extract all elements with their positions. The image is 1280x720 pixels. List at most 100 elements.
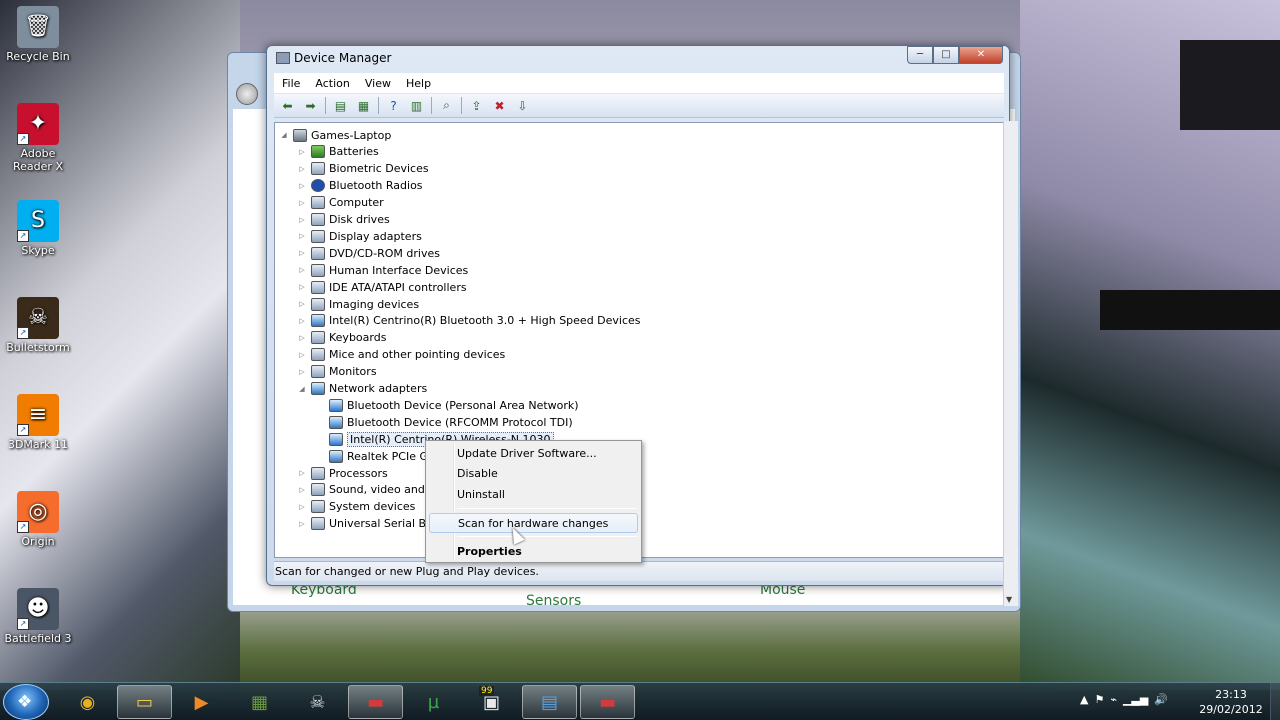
tree-node-batteries[interactable]: ▷ Batteries bbox=[297, 144, 379, 160]
forward-icon: ➡ bbox=[305, 98, 316, 113]
tree-node-ide-ata-atapi-controllers[interactable]: ▷ IDE ATA/ATAPI controllers bbox=[297, 279, 467, 295]
taskbar-badge-99: 99 bbox=[479, 686, 495, 696]
collapse-arrow-icon[interactable]: ◢ bbox=[297, 385, 307, 393]
start-button[interactable] bbox=[3, 684, 49, 720]
tree-node-biometric-devices[interactable]: ▷ Biometric Devices bbox=[297, 161, 429, 177]
expand-arrow-icon[interactable]: ▷ bbox=[297, 351, 307, 359]
maximize-button[interactable]: □ bbox=[933, 46, 959, 64]
context-menu-properties[interactable]: Properties bbox=[429, 541, 638, 561]
expand-arrow-icon[interactable]: ▷ bbox=[297, 469, 307, 477]
expand-arrow-icon[interactable]: ▷ bbox=[297, 300, 307, 308]
back-button[interactable]: ⬅ bbox=[278, 97, 297, 114]
help-icon: ? bbox=[390, 98, 397, 113]
menu-view[interactable]: View bbox=[365, 77, 391, 90]
bulletstorm-taskbar-button[interactable]: ☠ bbox=[290, 685, 345, 719]
tree-node-games-laptop[interactable]: ◢ Games-Laptop bbox=[279, 127, 391, 143]
media-player-taskbar-button[interactable]: ▶ bbox=[174, 685, 229, 719]
tree-node-network-adapters[interactable]: ◢ Network adapters bbox=[297, 381, 427, 397]
expand-arrow-icon[interactable]: ▷ bbox=[297, 283, 307, 291]
tree-node-dvd-cd-rom-drives[interactable]: ▷ DVD/CD-ROM drives bbox=[297, 245, 440, 261]
tree-node-disk-drives[interactable]: ▷ Disk drives bbox=[297, 212, 390, 228]
expand-arrow-icon[interactable]: ▷ bbox=[297, 249, 307, 257]
clock[interactable]: 23:13 29/02/2012 bbox=[1196, 687, 1266, 717]
expand-arrow-icon[interactable]: ▷ bbox=[297, 368, 307, 376]
action-center-flag-icon[interactable]: ⚑ bbox=[1094, 693, 1104, 706]
context-menu-update-driver-software[interactable]: Update Driver Software... bbox=[429, 443, 638, 463]
uninstall-button[interactable]: ✖ bbox=[490, 97, 509, 114]
volume-icon[interactable]: 🔊 bbox=[1154, 693, 1168, 706]
desktop-icon-bulletstorm[interactable]: ☠ ↗ Bulletstorm bbox=[2, 297, 74, 354]
chrome-taskbar-button[interactable]: ◉ bbox=[60, 685, 115, 719]
expand-arrow-icon[interactable]: ▷ bbox=[297, 182, 307, 190]
show-desktop-button[interactable] bbox=[1270, 683, 1280, 720]
tree-node-keyboards[interactable]: ▷ Keyboards bbox=[297, 330, 386, 346]
tree-node-display-adapters[interactable]: ▷ Display adapters bbox=[297, 228, 422, 244]
minimize-button[interactable]: ─ bbox=[907, 46, 933, 64]
control-panel-taskbar-button[interactable]: ▤ bbox=[522, 685, 577, 719]
desktop-icon-origin[interactable]: ◎ ↗ Origin bbox=[2, 491, 74, 548]
tree-node-bluetooth-device-rfcomm-protocol-tdi[interactable]: Bluetooth Device (RFCOMM Protocol TDI) bbox=[315, 414, 573, 430]
scan-hardware-icon: ⌕ bbox=[443, 98, 450, 112]
context-menu-separator bbox=[457, 536, 637, 537]
tree-node-monitors[interactable]: ▷ Monitors bbox=[297, 364, 377, 380]
vertical-scrollbar[interactable]: ▼ bbox=[1003, 121, 1018, 606]
tree-node-processors[interactable]: ▷ Processors bbox=[297, 465, 388, 481]
shortcut-arrow-icon: ↗ bbox=[17, 521, 29, 533]
explorer-taskbar-button[interactable]: ▭ bbox=[117, 685, 172, 719]
sensors-label[interactable]: Sensors bbox=[526, 593, 581, 609]
device-manager-taskbar-button[interactable]: ▬ bbox=[580, 685, 635, 719]
tree-node-computer[interactable]: ▷ Computer bbox=[297, 195, 384, 211]
context-menu-scan-for-hardware-changes[interactable]: Scan for hardware changes bbox=[429, 513, 638, 533]
title-bar[interactable]: Device Manager ─ □ ✕ bbox=[267, 46, 1009, 70]
show-hidden-icons-icon[interactable]: ▲ bbox=[1080, 693, 1088, 706]
help-button[interactable]: ? bbox=[384, 97, 403, 114]
expand-arrow-icon[interactable]: ▷ bbox=[297, 520, 307, 528]
desktop-icon-skype[interactable]: S ↗ Skype bbox=[2, 200, 74, 257]
expand-arrow-icon[interactable]: ▷ bbox=[297, 148, 307, 156]
tree-node-system-devices[interactable]: ▷ System devices bbox=[297, 499, 415, 515]
expand-arrow-icon[interactable]: ▷ bbox=[297, 334, 307, 342]
toolbox-taskbar-button[interactable]: ▬ bbox=[348, 685, 403, 719]
back-nav-icon[interactable] bbox=[236, 83, 258, 105]
desktop-icon-adobe-reader-x[interactable]: ✦ ↗ Adobe Reader X bbox=[2, 103, 74, 173]
tree-node-imaging-devices[interactable]: ▷ Imaging devices bbox=[297, 296, 419, 312]
close-button[interactable]: ✕ bbox=[959, 46, 1003, 64]
tree-node-label: DVD/CD-ROM drives bbox=[329, 246, 440, 260]
expand-arrow-icon[interactable]: ▷ bbox=[297, 199, 307, 207]
properties-button[interactable]: ▦ bbox=[354, 97, 373, 114]
menu-file[interactable]: File bbox=[282, 77, 300, 90]
show-hide-action-pane-button[interactable]: ▥ bbox=[407, 97, 426, 114]
tree-node-bluetooth-device-personal-area-network[interactable]: Bluetooth Device (Personal Area Network) bbox=[315, 397, 579, 413]
forward-button[interactable]: ➡ bbox=[301, 97, 320, 114]
tree-node-intel-r-centrino-r-bluetooth-3-0-high-speed-devices[interactable]: ▷ Intel(R) Centrino(R) Bluetooth 3.0 + Hi… bbox=[297, 313, 641, 329]
menu-action[interactable]: Action bbox=[315, 77, 349, 90]
context-menu-uninstall[interactable]: Uninstall bbox=[429, 484, 638, 504]
expand-arrow-icon[interactable]: ▷ bbox=[297, 165, 307, 173]
tree-node-mice-and-other-pointing-devices[interactable]: ▷ Mice and other pointing devices bbox=[297, 347, 505, 363]
collapse-arrow-icon[interactable]: ◢ bbox=[279, 131, 289, 139]
scan-hardware-button[interactable]: ⌕ bbox=[437, 97, 456, 114]
disable-button[interactable]: ⇩ bbox=[513, 97, 532, 114]
update-driver-button[interactable]: ⇪ bbox=[467, 97, 486, 114]
scroll-down-icon[interactable]: ▼ bbox=[1006, 595, 1012, 604]
desktop-icon-3dmark-11[interactable]: ≡ ↗ 3DMark 11 bbox=[2, 394, 74, 451]
context-menu-separator bbox=[457, 508, 637, 509]
desktop-icon-recycle-bin[interactable]: 🗑 Recycle Bin bbox=[2, 6, 74, 63]
tree-node-bluetooth-radios[interactable]: ▷ Bluetooth Radios bbox=[297, 178, 423, 194]
menu-help[interactable]: Help bbox=[406, 77, 431, 90]
expand-arrow-icon[interactable]: ▷ bbox=[297, 503, 307, 511]
expand-arrow-icon[interactable]: ▷ bbox=[297, 486, 307, 494]
desktop-icon-battlefield-3[interactable]: ☻ ↗ Battlefield 3 bbox=[2, 588, 74, 645]
context-menu-disable[interactable]: Disable bbox=[429, 463, 638, 483]
expand-arrow-icon[interactable]: ▷ bbox=[297, 266, 307, 274]
power-icon[interactable]: ⌁ bbox=[1110, 693, 1117, 706]
expand-arrow-icon[interactable]: ▷ bbox=[297, 317, 307, 325]
tree-node-human-interface-devices[interactable]: ▷ Human Interface Devices bbox=[297, 262, 468, 278]
show-hide-console-tree-button[interactable]: ▤ bbox=[331, 97, 350, 114]
network-adapter-icon bbox=[311, 314, 325, 328]
utorrent-taskbar-button[interactable]: µ bbox=[406, 685, 461, 719]
network-signal-icon[interactable]: ▁▃▅ bbox=[1123, 693, 1148, 706]
minecraft-taskbar-button[interactable]: ▦ bbox=[232, 685, 287, 719]
expand-arrow-icon[interactable]: ▷ bbox=[297, 232, 307, 240]
expand-arrow-icon[interactable]: ▷ bbox=[297, 216, 307, 224]
